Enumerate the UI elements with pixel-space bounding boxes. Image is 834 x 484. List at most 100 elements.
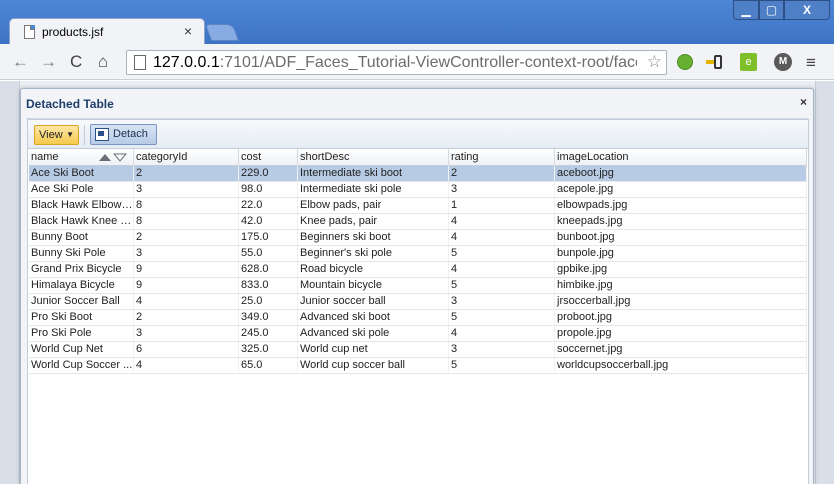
dialog-close-icon[interactable]: × [800, 95, 807, 109]
extension-motorola-icon[interactable]: M [774, 53, 792, 71]
table-cell: 349.0 [239, 310, 298, 325]
view-menu-button[interactable]: View ▼ [34, 125, 79, 145]
column-header-rating[interactable]: rating [449, 149, 555, 166]
maximize-button[interactable]: ▢ [759, 0, 784, 20]
minimize-button[interactable]: ▁ [733, 0, 759, 20]
table-row[interactable]: Pro Ski Boot 2 349.0 Advanced ski boot 5 prob… [29, 310, 807, 326]
address-bar[interactable]: 127.0.0.1:7101/ADF_Faces_Tutorial-ViewCo… [126, 50, 667, 75]
table-cell: Black Hawk Knee P... [31, 214, 134, 229]
column-header-name[interactable]: name [29, 149, 134, 166]
forward-arrow-icon[interactable]: → [40, 52, 57, 72]
close-window-button[interactable]: X [784, 0, 830, 20]
table-row[interactable]: Ace Ski Pole 3 98.0 Intermediate ski pole 3 a… [29, 182, 807, 198]
browser-toolbar: ← → C ⌂ 127.0.0.1:7101/ADF_Faces_Tutoria… [0, 44, 834, 80]
table-cell: 3 [449, 182, 555, 197]
table-cell: World Cup Soccer ... [31, 358, 134, 373]
table-cell: worldcupsoccerball.jpg [555, 358, 807, 373]
table-cell: 2 [449, 166, 555, 181]
table-cell: Junior Soccer Ball [29, 294, 134, 309]
browser-tab[interactable]: products.jsf × [9, 18, 205, 45]
table-row[interactable]: World Cup Soccer ... 4 65.0 World cup socce… [29, 358, 807, 374]
sort-icon[interactable] [99, 153, 127, 162]
table-cell: 5 [449, 246, 555, 261]
column-header-cost[interactable]: cost [239, 149, 298, 166]
table-cell: 1 [449, 198, 555, 213]
url-text: 127.0.0.1:7101/ADF_Faces_Tutorial-ViewCo… [153, 54, 637, 72]
table-cell: World cup net [298, 342, 449, 357]
table-cell: 55.0 [239, 246, 298, 261]
table-cell: 245.0 [239, 326, 298, 341]
table-cell: Ace Ski Boot [29, 166, 134, 181]
table-toolbar: View ▼ Detach [28, 120, 808, 149]
new-tab-button[interactable] [204, 24, 240, 41]
column-header-imagelocation[interactable]: imageLocation [555, 149, 807, 166]
page-icon [134, 55, 146, 70]
table-cell: 229.0 [239, 166, 298, 181]
table-cell: World Cup Net [29, 342, 134, 357]
reload-icon[interactable]: C [70, 52, 82, 72]
table-cell: 6 [134, 342, 239, 357]
detach-button[interactable]: Detach [90, 124, 157, 145]
extension-green-icon[interactable] [677, 54, 693, 70]
table-cell: Bunny Boot [29, 230, 134, 245]
table-row[interactable]: Himalaya Bicycle 9 833.0 Mountain bicycle 5 h… [29, 278, 807, 294]
table-cell: Advanced ski pole [298, 326, 449, 341]
table-cell: 3 [449, 294, 555, 309]
table-row[interactable]: Ace Ski Boot 2 229.0 Intermediate ski boot 2… [29, 166, 807, 182]
table-cell: Elbow pads, pair [298, 198, 449, 213]
tab-title: products.jsf [42, 25, 104, 39]
table-cell: 4 [134, 358, 239, 373]
table-cell: 4 [449, 326, 555, 341]
table-cell: kneepads.jpg [555, 214, 807, 229]
table-row[interactable]: Grand Prix Bicycle 9 628.0 Road bicycle 4 gpb… [29, 262, 807, 278]
menu-icon[interactable]: ≡ [806, 53, 816, 73]
table-cell: 98.0 [239, 182, 298, 197]
table-cell: propole.jpg [555, 326, 807, 341]
table-cell: Black Hawk Elbow ... [31, 198, 134, 213]
url-host: 127.0.0.1 [153, 54, 220, 71]
table-cell: 3 [134, 182, 239, 197]
dialog-body: View ▼ Detach name categoryId cost short… [27, 119, 809, 484]
dialog-title: Detached Table [26, 97, 114, 111]
table-cell: 325.0 [239, 342, 298, 357]
column-header-label: name [31, 151, 59, 163]
column-header-categoryid[interactable]: categoryId [134, 149, 239, 166]
table-cell: Mountain bicycle [298, 278, 449, 293]
detached-table-dialog: Detached Table × View ▼ Detach name cate… [20, 88, 814, 484]
table-cell: Grand Prix Bicycle [29, 262, 134, 277]
table-cell: 42.0 [239, 214, 298, 229]
table-row[interactable]: Pro Ski Pole 3 245.0 Advanced ski pole 4 prop… [29, 326, 807, 342]
table-cell: soccernet.jpg [555, 342, 807, 357]
table-cell: gpbike.jpg [555, 262, 807, 277]
table-cell: World cup soccer ball [298, 358, 449, 373]
table-cell: Junior soccer ball [298, 294, 449, 309]
table-cell: 4 [449, 230, 555, 245]
table-row[interactable]: Black Hawk Knee P... 8 42.0 Knee pads, pair… [29, 214, 807, 230]
table-cell: Bunny Ski Pole [29, 246, 134, 261]
table-row[interactable]: Bunny Boot 2 175.0 Beginners ski boot 4 bunbo… [29, 230, 807, 246]
detach-label: Detach [113, 128, 148, 140]
table-cell: proboot.jpg [555, 310, 807, 325]
bookmark-star-icon[interactable]: ☆ [647, 52, 662, 72]
table-cell: himbike.jpg [555, 278, 807, 293]
table-row[interactable]: Junior Soccer Ball 4 25.0 Junior soccer bal… [29, 294, 807, 310]
back-arrow-icon[interactable]: ← [12, 52, 29, 72]
table-cell: aceboot.jpg [555, 166, 807, 181]
extension-app-icon[interactable]: e [740, 53, 757, 71]
table-row[interactable]: World Cup Net 6 325.0 World cup net 3 soccern… [29, 342, 807, 358]
table-cell: Advanced ski boot [298, 310, 449, 325]
table-row[interactable]: Bunny Ski Pole 3 55.0 Beginner's ski pole 5 b… [29, 246, 807, 262]
table-cell: 22.0 [239, 198, 298, 213]
table-cell: 9 [134, 262, 239, 277]
table-cell: 2 [134, 166, 239, 181]
page-left-panel [0, 81, 20, 484]
table-cell: 833.0 [239, 278, 298, 293]
table-cell: 3 [134, 326, 239, 341]
table-cell: Knee pads, pair [298, 214, 449, 229]
extension-key-icon[interactable] [706, 53, 724, 71]
column-header-shortdesc[interactable]: shortDesc [298, 149, 449, 166]
home-icon[interactable]: ⌂ [98, 52, 108, 72]
table-cell: 2 [134, 230, 239, 245]
tab-close-icon[interactable]: × [184, 23, 192, 39]
table-row[interactable]: Black Hawk Elbow ... 8 22.0 Elbow pads, pai… [29, 198, 807, 214]
